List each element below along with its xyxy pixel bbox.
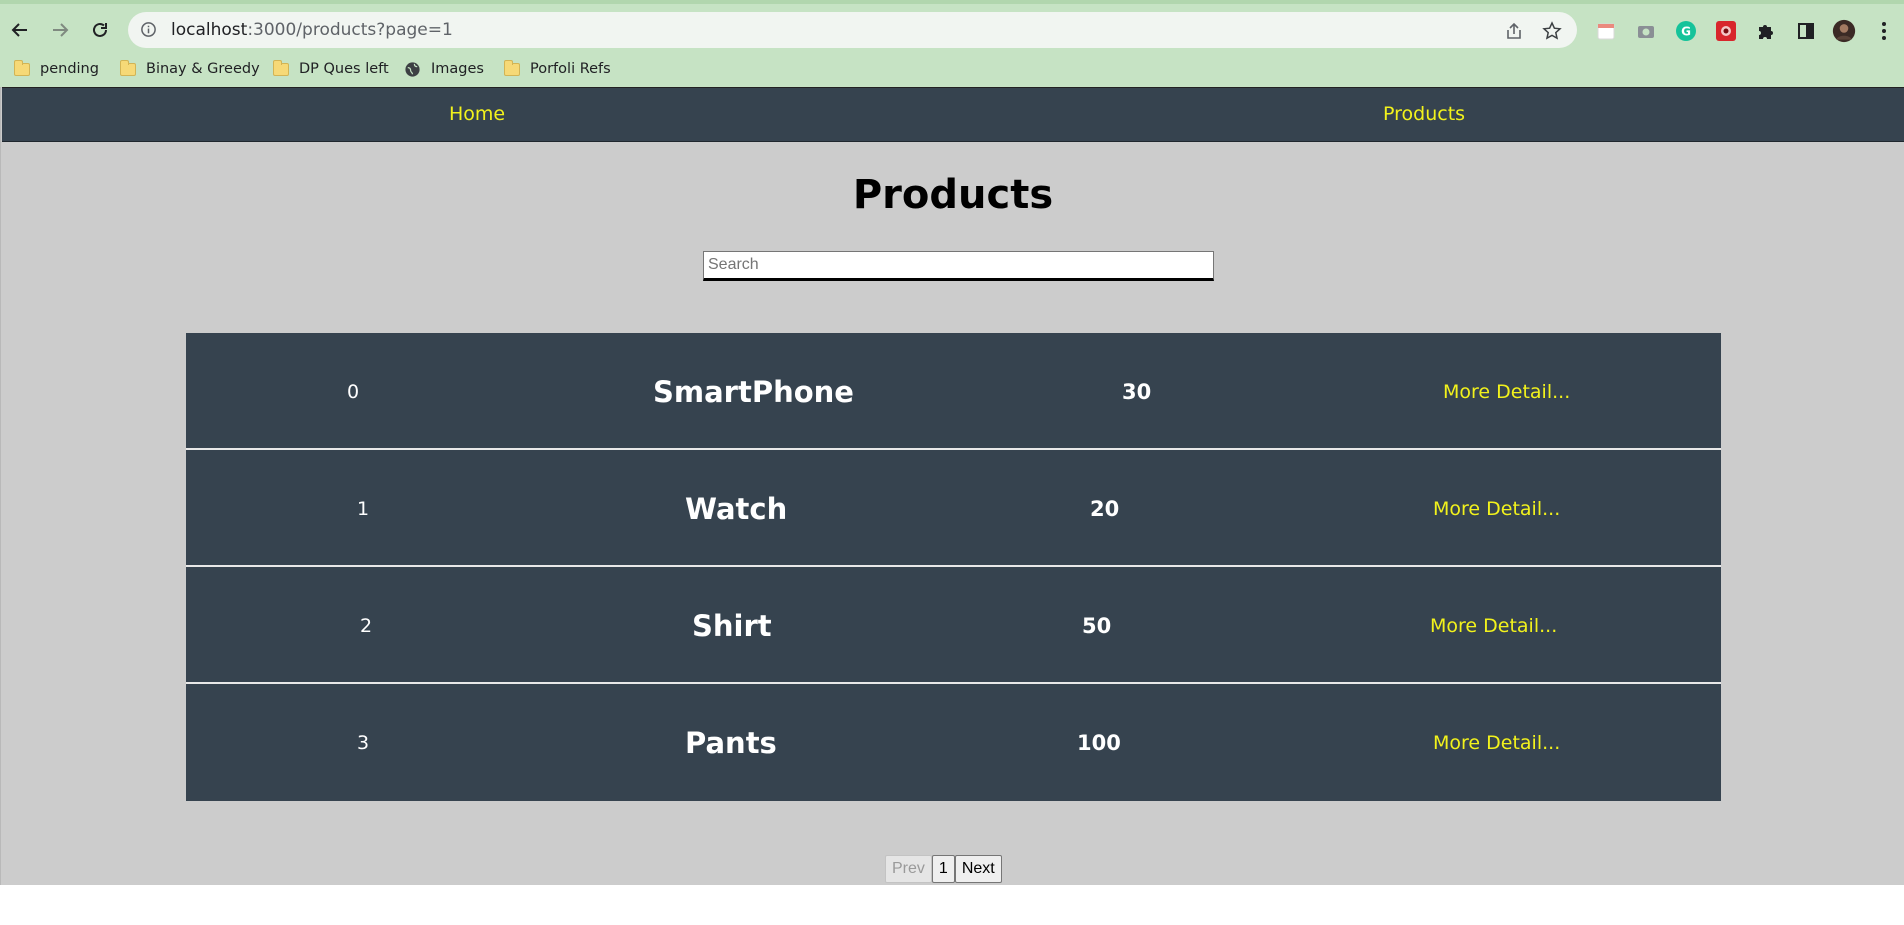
product-name: Shirt	[692, 608, 772, 643]
bookmark-label: Porfoli Refs	[530, 61, 611, 77]
page-1-button[interactable]: 1	[931, 855, 955, 883]
bookmark-label: DP Ques left	[299, 61, 389, 77]
bookmarks-bar: pending Binay & Greedy DP Ques left Imag…	[0, 54, 1904, 84]
reload-button[interactable]	[84, 14, 116, 46]
reload-icon	[93, 22, 107, 37]
svg-text:G: G	[1681, 25, 1691, 39]
product-row: 0 SmartPhone 30 More Detail...	[186, 333, 1721, 450]
red-extension-icon[interactable]	[1714, 19, 1738, 43]
prev-button[interactable]: Prev	[885, 855, 932, 883]
product-row: 1 Watch 20 More Detail...	[186, 450, 1721, 567]
product-name: Watch	[685, 491, 788, 526]
product-index: 0	[347, 380, 360, 403]
browser-chrome: localhost:3000/products?page=1 G pending…	[0, 0, 1904, 87]
folder-icon	[504, 59, 520, 76]
folder-icon	[14, 59, 30, 76]
more-detail-link[interactable]: More Detail...	[1443, 333, 1570, 450]
extensions-puzzle-icon[interactable]	[1754, 19, 1778, 43]
bookmark-item[interactable]: DP Ques left	[273, 56, 389, 82]
bookmark-item[interactable]: Images	[404, 56, 484, 82]
pagination: Prev 1 Next	[885, 855, 1002, 883]
product-index: 3	[357, 731, 370, 754]
more-detail-link[interactable]: More Detail...	[1433, 684, 1560, 801]
product-row: 2 Shirt 50 More Detail...	[186, 567, 1721, 684]
product-row: 3 Pants 100 More Detail...	[186, 684, 1721, 801]
camera-extension-icon[interactable]	[1634, 19, 1658, 43]
profile-avatar[interactable]	[1832, 19, 1856, 43]
next-button[interactable]: Next	[954, 855, 1002, 883]
nav-home-link[interactable]: Home	[449, 103, 505, 125]
product-index: 2	[360, 614, 373, 637]
product-price: 30	[1122, 379, 1152, 404]
side-panel-icon[interactable]	[1794, 19, 1818, 43]
product-index: 1	[357, 497, 370, 520]
bookmark-item[interactable]: Binay & Greedy	[120, 56, 260, 82]
folder-icon	[120, 59, 136, 76]
back-button[interactable]	[4, 14, 36, 46]
menu-kebab-icon[interactable]	[1872, 19, 1896, 43]
product-name: Pants	[685, 725, 777, 760]
globe-icon	[405, 61, 420, 77]
bookmark-label: pending	[40, 61, 99, 77]
address-bar[interactable]: localhost:3000/products?page=1	[128, 12, 1577, 48]
page-content: Home Products Products 0 SmartPhone 30 M…	[0, 87, 1904, 885]
more-detail-link[interactable]: More Detail...	[1430, 567, 1557, 684]
star-icon[interactable]	[1542, 21, 1562, 45]
product-name: SmartPhone	[653, 374, 854, 409]
forward-button[interactable]	[44, 14, 76, 46]
bookmark-item[interactable]: pending	[14, 56, 99, 82]
folder-icon	[273, 59, 289, 76]
search-input[interactable]	[703, 251, 1214, 281]
url-path: :3000/products?page=1	[247, 20, 453, 40]
url-text[interactable]: localhost:3000/products?page=1	[171, 20, 453, 40]
bookmark-item[interactable]: Porfoli Refs	[504, 56, 611, 82]
site-info-icon[interactable]	[140, 21, 157, 42]
top-navbar: Home Products	[2, 87, 1904, 142]
share-icon[interactable]	[1504, 21, 1524, 45]
bookmark-label: Images	[431, 61, 484, 77]
page-title: Products	[852, 172, 1054, 218]
calendar-extension-icon[interactable]	[1594, 19, 1618, 43]
browser-toolbar: localhost:3000/products?page=1 G	[0, 8, 1904, 48]
product-list: 0 SmartPhone 30 More Detail... 1 Watch 2…	[186, 333, 1721, 801]
url-host: localhost	[171, 20, 248, 40]
product-price: 20	[1090, 496, 1120, 521]
product-price: 100	[1077, 730, 1121, 755]
arrow-left-icon	[11, 23, 27, 37]
more-detail-link[interactable]: More Detail...	[1433, 450, 1560, 567]
bookmark-label: Binay & Greedy	[146, 61, 260, 77]
arrow-right-icon	[53, 23, 69, 37]
grammarly-icon[interactable]: G	[1674, 19, 1698, 43]
nav-products-link[interactable]: Products	[1383, 103, 1465, 125]
product-price: 50	[1082, 613, 1112, 638]
